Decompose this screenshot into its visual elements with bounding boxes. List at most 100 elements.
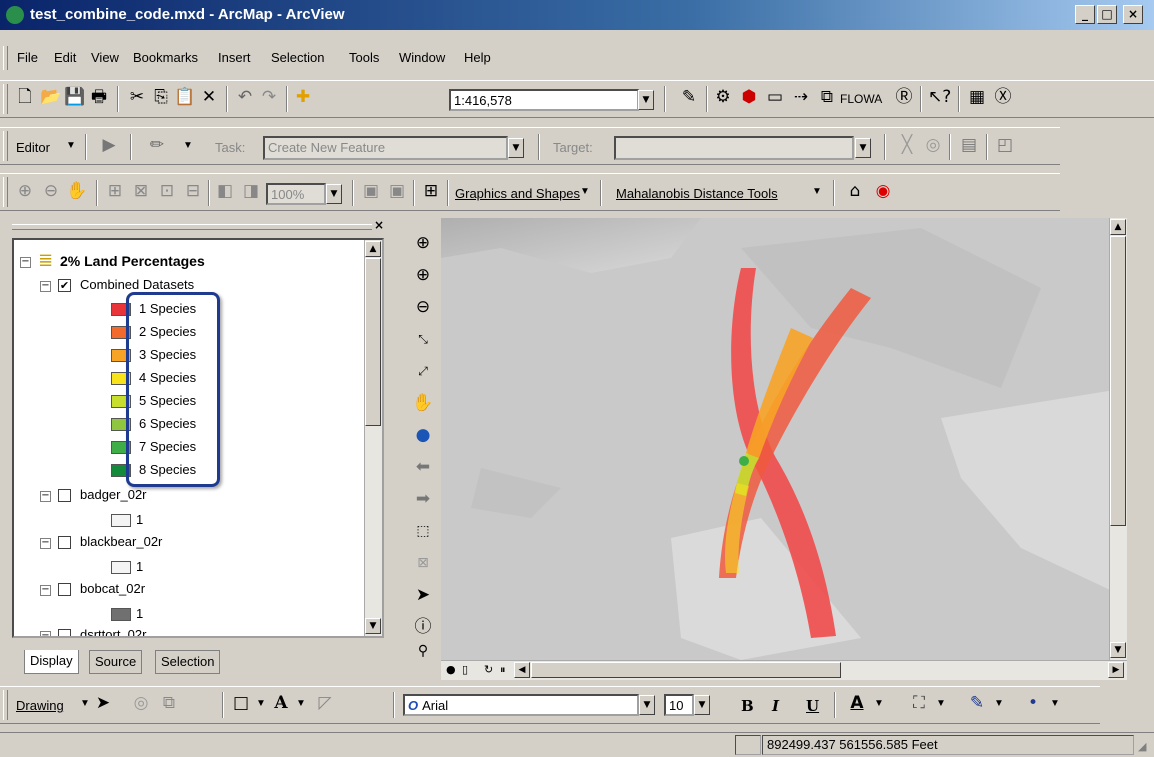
zoom-whole-page-icon[interactable]: ⊞ [104,180,126,202]
legend-swatch[interactable] [111,514,131,527]
paste-icon[interactable]: 📋 [174,86,196,108]
toc-scroll-thumb[interactable] [365,258,381,426]
menu-edit[interactable]: Edit [54,50,76,65]
next-extent-icon[interactable]: ◨ [240,180,262,202]
zoom-100-icon[interactable]: ⊠ [130,180,152,202]
editor-toolbar-icon[interactable]: ✎ [678,86,700,108]
text-tool-icon[interactable]: A [270,692,292,714]
layer-checkbox[interactable] [58,629,71,636]
font-size-field[interactable]: 10 [664,694,694,716]
layer-name[interactable]: blackbear_02r [80,534,162,549]
font-color-arrow[interactable]: ▼ [874,698,884,709]
fill-color-arrow[interactable]: ▼ [936,698,946,709]
undo-icon[interactable]: ↶ [234,86,256,108]
command-line-icon[interactable]: ▭ [764,86,786,108]
sketch-tool-icon[interactable]: ✏ [146,134,168,156]
graphics-menu-arrow[interactable]: ▼ [580,186,590,197]
task-field[interactable]: Create New Feature [263,136,508,160]
legend-swatch[interactable] [111,608,131,621]
map-scroll-right[interactable]: ▶ [1108,662,1124,678]
menu-help[interactable]: Help [464,50,491,65]
legend-swatch[interactable] [111,561,131,574]
identify-icon[interactable]: ⓘ [412,616,434,638]
rotate-icon[interactable]: ◎ [130,692,152,714]
toc-title-bar[interactable] [12,224,372,230]
drawing-menu[interactable]: Drawing [16,698,64,713]
select-features-icon[interactable]: ⬚ [412,520,434,542]
menu-tools[interactable]: Tools [349,50,379,65]
minimize-button[interactable]: _ [1075,5,1095,24]
layer-name[interactable]: dsrttort_02r [80,627,146,636]
refresh-icon[interactable]: ↻ [484,663,493,676]
editor-menu-arrow[interactable]: ▼ [66,140,76,151]
print-icon[interactable]: 🖶 [88,86,110,108]
layout-view-icon[interactable]: ▯ [462,663,468,676]
scale-dropdown-arrow[interactable]: ▼ [638,90,654,110]
save-icon[interactable]: 💾 [64,86,86,108]
x-tool-icon[interactable]: Ⓧ [992,86,1014,108]
clear-selection-icon[interactable]: ⊠ [412,552,434,574]
tab-selection[interactable]: Selection [155,650,221,674]
delete-icon[interactable]: ✕ [198,86,220,108]
select-elements-icon[interactable]: ➤ [92,692,114,714]
rectangle-icon[interactable]: □ [230,692,252,714]
pan-icon[interactable]: ✋ [66,180,88,202]
flowa-tool-icon[interactable]: ⧉ [816,86,838,108]
zoom-dropdown-arrow[interactable]: ▼ [326,184,342,204]
pause-drawing-icon[interactable]: ⏸ [500,663,506,677]
font-color-icon[interactable]: A [846,692,868,714]
map-view[interactable]: ▲ ▼ [441,218,1127,660]
attributes-icon[interactable]: ▤ [958,134,980,156]
maximize-button[interactable]: □ [1097,5,1117,24]
line-color-icon[interactable]: ✎ [966,692,988,714]
zoom-to-selected-icon[interactable]: ⧉ [158,692,180,714]
menu-window[interactable]: Window [399,50,445,65]
tab-display[interactable]: Display [24,650,79,674]
eye-icon[interactable]: ◉ [872,180,894,202]
layer-name[interactable]: Combined Datasets [80,277,194,292]
back-arrow-icon[interactable]: ⬅ [412,456,434,478]
layer-name[interactable]: bobcat_02r [80,581,145,596]
map-scroll-left[interactable]: ◀ [514,662,530,678]
map-scroll-thumb[interactable] [1110,236,1126,526]
fixed-zoom-in-icon[interactable]: ⊕ [14,180,36,202]
layer-checkbox[interactable] [58,583,71,596]
sketch-tool-arrow[interactable]: ▼ [183,140,193,151]
fixed-zoom-page-icon[interactable]: ⊡ [156,180,178,202]
focus-data-frame-icon[interactable]: ▣ [386,180,408,202]
font-name-dropdown-arrow[interactable]: ▼ [639,695,655,715]
zoom-percent-field[interactable]: 100% [266,183,326,205]
graphics-shapes-menu[interactable]: Graphics and Shapes [455,186,580,201]
flowa-label[interactable]: FLOWA [840,92,882,106]
change-layout-icon[interactable]: ⊞ [420,180,442,202]
fixed-zoom-in-icon[interactable]: ⤡ [412,328,434,350]
building-icon[interactable]: ⌂ [844,180,866,202]
edit-vertices-icon[interactable]: ◸ [314,692,336,714]
menu-view[interactable]: View [91,50,119,65]
marker-color-arrow[interactable]: ▼ [1050,698,1060,709]
zoom-width-icon[interactable]: ⊟ [182,180,204,202]
underline-button[interactable]: U [806,697,819,715]
fixed-zoom-out-icon[interactable]: ⤢ [412,360,434,382]
bold-button[interactable]: B [741,697,754,715]
menu-selection[interactable]: Selection [271,50,324,65]
layer-checkbox[interactable] [58,489,71,502]
sketch-properties-icon[interactable]: ◰ [994,134,1016,156]
target-field[interactable] [614,136,854,160]
open-folder-icon[interactable]: 📂 [40,86,62,108]
map-hscroll-thumb[interactable] [531,662,841,678]
toc-close-icon[interactable]: × [372,219,386,233]
select-elements-icon[interactable]: ➤ [412,584,434,606]
copy-icon[interactable]: ⎘ [150,86,172,108]
find-binoculars-icon[interactable]: ⚲ [412,640,434,662]
resize-grip-icon[interactable]: ◢ [1138,740,1146,753]
close-button[interactable]: × [1123,5,1143,24]
edit-tool-icon[interactable]: ▶ [98,134,120,156]
arctoolbox-icon[interactable]: ⬢ [738,86,760,108]
map-scroll-up[interactable]: ▲ [1110,219,1126,235]
new-document-icon[interactable]: 🗋 [14,86,36,108]
map-scale-field[interactable]: 1:416,578 [449,89,639,111]
target-dropdown-arrow[interactable]: ▼ [855,138,871,158]
scroll-up-button[interactable]: ▲ [365,241,381,257]
redo-icon[interactable]: ↷ [258,86,280,108]
